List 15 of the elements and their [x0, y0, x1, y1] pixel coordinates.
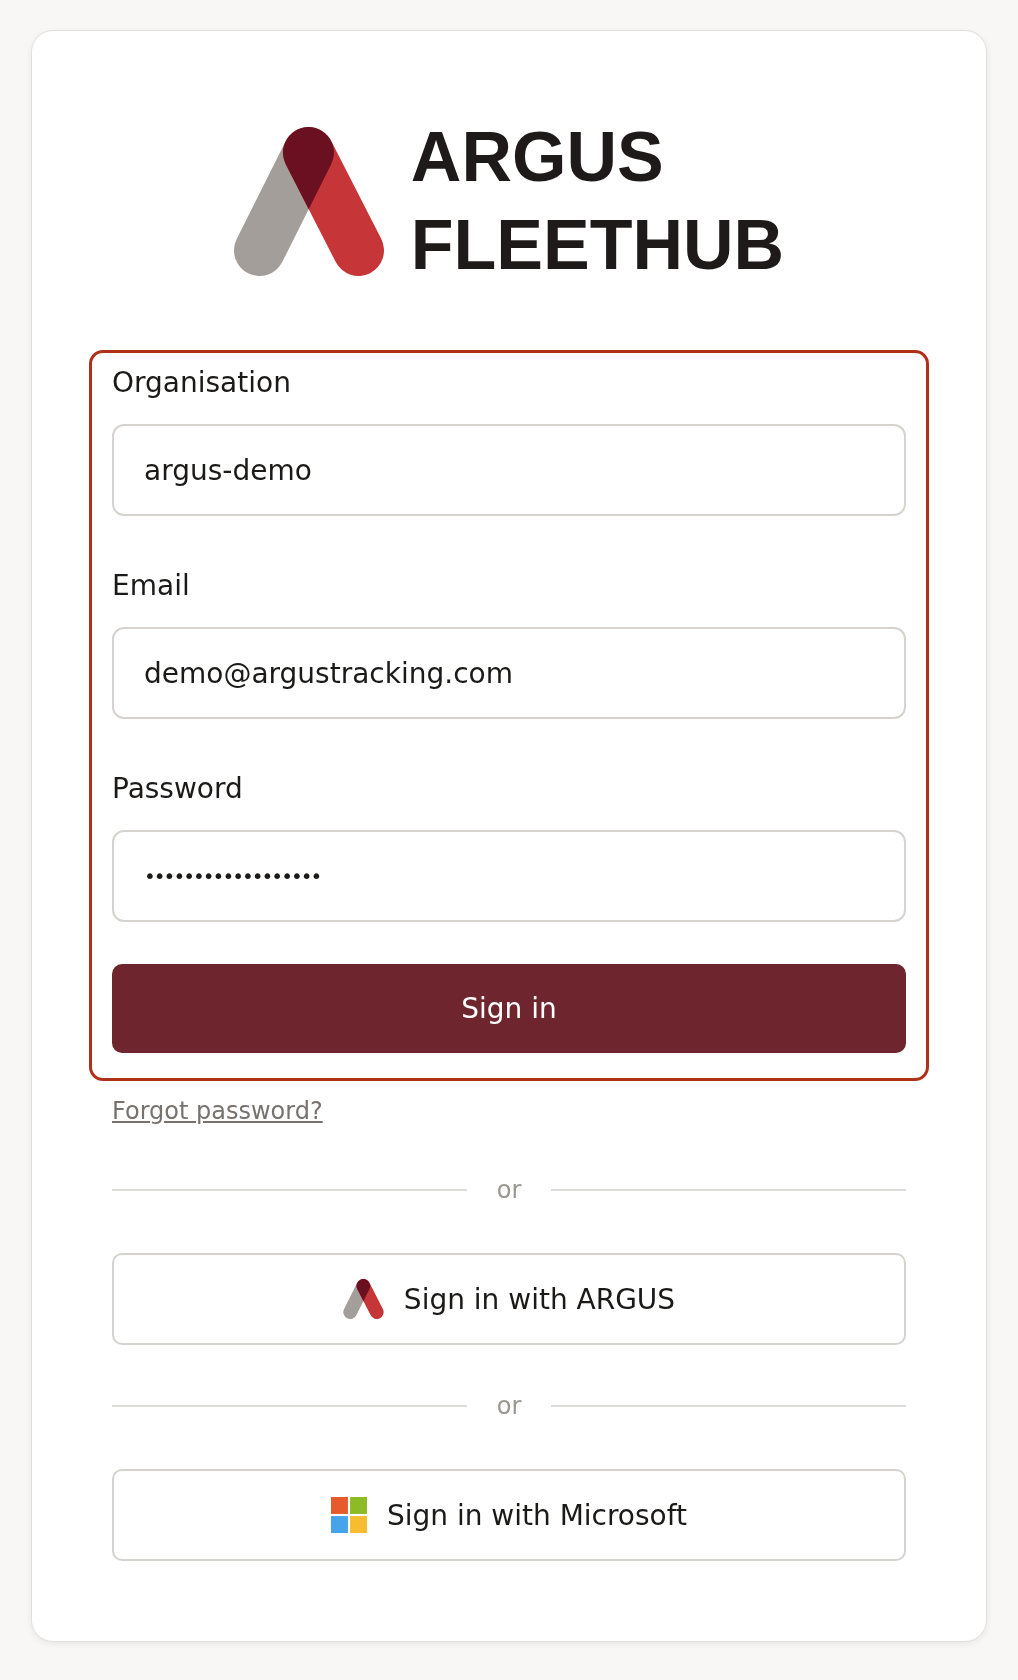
field-label: Password: [112, 771, 244, 807]
input-field[interactable]: demo@argustracking.com: [112, 627, 906, 719]
forgot-password-link[interactable]: Forgot password?: [112, 1097, 323, 1125]
four-squares-icon: [330, 1497, 367, 1533]
password-field[interactable]: ••••••••••••••••••: [112, 830, 906, 922]
separator-text: or: [496, 1391, 522, 1421]
field-label: Organisation: [112, 365, 292, 401]
input-field[interactable]: argus-demo: [112, 424, 906, 516]
sign-in-option-button[interactable]: Sign in with Microsoft: [112, 1469, 906, 1561]
brand-name: ARGUS: [410, 117, 665, 198]
separator-text: or: [496, 1175, 522, 1205]
sign-in-button[interactable]: Sign in: [112, 964, 906, 1053]
product-name: FLEETHUB: [410, 205, 785, 286]
field-label: Email: [112, 568, 191, 604]
sign-in-option-button[interactable]: Sign in with ARGUS: [112, 1253, 906, 1345]
